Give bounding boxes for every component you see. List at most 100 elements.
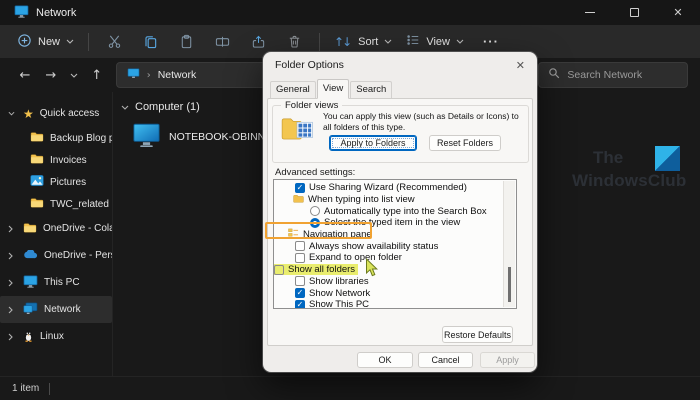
chevron-down-icon[interactable] xyxy=(8,111,17,116)
setting-show-all-folders[interactable]: Show all folders xyxy=(274,264,516,276)
folder-views-group: Folder views You can apply this view (su… xyxy=(272,105,529,163)
checkbox-checked-icon[interactable]: ✓ xyxy=(295,183,305,193)
chevron-down-icon xyxy=(456,39,464,44)
checkbox-unchecked-icon[interactable] xyxy=(274,265,284,275)
group-navigation-pane[interactable]: Navigation pane xyxy=(274,229,516,241)
chevron-right-icon[interactable] xyxy=(8,306,17,314)
view-button[interactable]: View xyxy=(399,28,471,55)
up-button[interactable]: ↑ xyxy=(84,68,110,83)
sidebar-item-label: OneDrive - Personal xyxy=(44,250,112,261)
sidebar-item-invoices[interactable]: Invoices xyxy=(0,149,112,171)
tab-view[interactable]: View xyxy=(317,79,349,99)
reset-folders-button[interactable]: Reset Folders xyxy=(429,135,501,151)
setting-show-libraries[interactable]: Show libraries xyxy=(274,276,516,288)
new-button[interactable]: New xyxy=(10,28,81,56)
status-divider xyxy=(49,383,50,395)
recent-locations-button[interactable] xyxy=(64,73,84,78)
setting-show-this-pc[interactable]: ✓ Show This PC xyxy=(274,299,516,309)
sidebar-item-twc-related[interactable]: TWC_related xyxy=(0,193,112,215)
folder-icon xyxy=(30,131,44,145)
delete-icon xyxy=(287,34,302,49)
sidebar-item-linux[interactable]: Linux xyxy=(0,323,112,350)
copy-button[interactable] xyxy=(132,34,168,49)
setting-label: Always show availability status xyxy=(309,241,438,252)
dialog-tabs: General View Search xyxy=(270,78,393,98)
setting-auto-type-search-box[interactable]: Automatically type into the Search Box xyxy=(274,205,516,217)
sort-button[interactable]: ↑↓ Sort xyxy=(327,30,399,54)
dialog-title: Folder Options xyxy=(275,59,344,71)
folder-options-dialog: Folder Options ✕ General View Search Fol… xyxy=(263,52,537,372)
sidebar-item-backup-blog-posts[interactable]: Backup Blog posts xyxy=(0,127,112,149)
delete-button[interactable] xyxy=(276,34,312,49)
back-button[interactable]: ← xyxy=(12,68,38,83)
cut-button[interactable] xyxy=(96,34,132,49)
close-icon: ✕ xyxy=(673,6,682,19)
setting-label: Select the typed item in the view xyxy=(324,217,460,228)
setting-show-network[interactable]: ✓ Show Network xyxy=(274,287,516,299)
checkbox-unchecked-icon[interactable] xyxy=(295,276,305,286)
network-icon xyxy=(23,302,38,318)
sidebar-item-label: This PC xyxy=(44,277,80,288)
chevron-right-icon[interactable] xyxy=(8,225,17,233)
watermark-text: WindowsClub xyxy=(572,171,700,191)
star-icon: ★ xyxy=(23,108,34,120)
sidebar-item-label: Network xyxy=(44,304,81,315)
window-titlebar: Network ✕ xyxy=(0,0,700,25)
window-tab[interactable]: Network xyxy=(0,5,76,21)
dialog-close-button[interactable]: ✕ xyxy=(503,59,525,72)
breadcrumb-location[interactable]: Network xyxy=(158,69,197,81)
list-scrollbar[interactable] xyxy=(503,181,515,307)
see-more-button[interactable]: ··· xyxy=(471,34,511,49)
sort-label: Sort xyxy=(358,36,378,48)
computer-icon xyxy=(133,123,160,151)
chevron-down-icon xyxy=(384,39,392,44)
close-button[interactable]: ✕ xyxy=(656,0,700,25)
navigation-pane: ★ Quick access Backup Blog posts Invoice… xyxy=(0,92,113,376)
share-button[interactable] xyxy=(240,34,276,49)
radio-selected-icon[interactable] xyxy=(310,218,320,228)
chevron-down-icon[interactable] xyxy=(121,105,129,110)
toolbar-divider xyxy=(319,33,320,51)
minimize-button[interactable] xyxy=(568,0,612,25)
search-box[interactable] xyxy=(538,62,688,88)
setting-use-sharing-wizard[interactable]: ✓ Use Sharing Wizard (Recommended) xyxy=(274,182,516,194)
checkbox-unchecked-icon[interactable] xyxy=(295,253,305,263)
tab-search[interactable]: Search xyxy=(350,81,392,98)
sidebar-item-this-pc[interactable]: This PC xyxy=(0,269,112,296)
sidebar-item-network[interactable]: Network xyxy=(0,296,112,323)
group-when-typing[interactable]: When typing into list view xyxy=(274,194,516,206)
sidebar-item-onedrive-work[interactable]: OneDrive - Colantu xyxy=(0,215,112,242)
checkbox-checked-icon[interactable]: ✓ xyxy=(295,288,305,298)
search-input[interactable] xyxy=(567,69,678,81)
chevron-right-icon[interactable] xyxy=(8,252,17,260)
restore-defaults-button[interactable]: Restore Defaults xyxy=(442,326,513,343)
rename-button[interactable] xyxy=(204,34,240,49)
window-controls: ✕ xyxy=(568,0,700,25)
plus-circle-icon xyxy=(17,33,32,51)
apply-to-folders-button[interactable]: Apply to Folders xyxy=(329,135,417,151)
item-count: 1 item xyxy=(12,383,39,394)
maximize-button[interactable] xyxy=(612,0,656,25)
checkbox-checked-icon[interactable]: ✓ xyxy=(295,300,305,309)
chevron-right-icon[interactable] xyxy=(8,279,17,287)
advanced-settings-label: Advanced settings: xyxy=(275,167,355,178)
setting-expand-to-open-folder[interactable]: Expand to open folder xyxy=(274,252,516,264)
network-icon xyxy=(14,5,29,21)
setting-select-typed-item[interactable]: Select the typed item in the view xyxy=(274,217,516,229)
advanced-settings-list[interactable]: ✓ Use Sharing Wizard (Recommended) When … xyxy=(273,179,517,309)
cancel-button[interactable]: Cancel xyxy=(418,352,473,368)
new-label: New xyxy=(38,36,60,48)
sidebar-item-label: Linux xyxy=(40,331,64,342)
scrollbar-thumb[interactable] xyxy=(508,267,511,302)
forward-button[interactable]: → xyxy=(38,68,64,83)
paste-button[interactable] xyxy=(168,34,204,49)
setting-always-show-availability[interactable]: Always show availability status xyxy=(274,240,516,252)
chevron-right-icon[interactable] xyxy=(8,333,17,341)
ok-button[interactable]: OK xyxy=(357,352,413,368)
checkbox-unchecked-icon[interactable] xyxy=(295,241,305,251)
sidebar-item-onedrive-personal[interactable]: OneDrive - Personal xyxy=(0,242,112,269)
radio-unselected-icon[interactable] xyxy=(310,206,320,216)
tab-general[interactable]: General xyxy=(270,81,316,98)
sidebar-item-quick-access[interactable]: ★ Quick access xyxy=(0,100,112,127)
sidebar-item-pictures[interactable]: Pictures xyxy=(0,171,112,193)
